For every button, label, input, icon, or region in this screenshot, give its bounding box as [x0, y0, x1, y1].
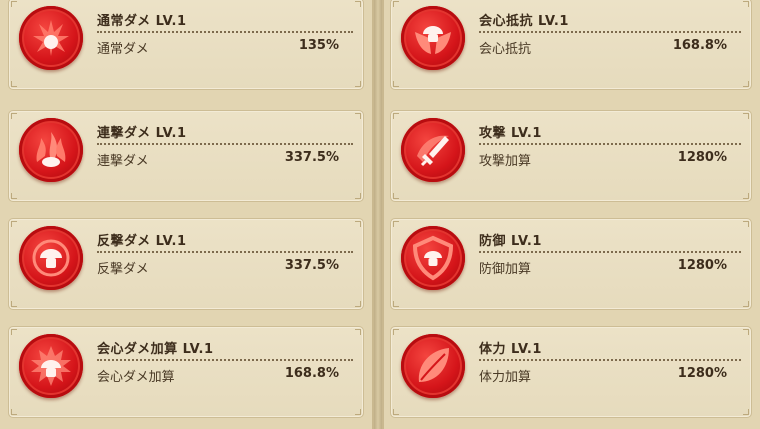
stat-value: 1280%: [677, 258, 727, 273]
stat-value: 337.5%: [284, 258, 339, 273]
divider: [97, 31, 353, 33]
stat-label: 会心抵抗: [479, 42, 532, 57]
flame-burst-icon: [19, 6, 83, 70]
mushroom-shield-icon: [19, 226, 83, 290]
stat-title: 会心ダメ加算 LV.1: [97, 342, 214, 357]
stat-label: 会心ダメ加算: [97, 370, 175, 385]
divider: [97, 251, 353, 253]
divider: [479, 31, 741, 33]
stat-label: 通常ダメ: [97, 42, 149, 57]
left-stat-column: 通常ダメ LV.1 通常ダメ 135% 連撃ダメ LV.1 連撃ダメ 337.5…: [0, 0, 374, 429]
right-stat-column: 会心抵抗 LV.1 会心抵抗 168.8% 攻撃 LV.1 攻撃加算 1280%…: [382, 0, 760, 429]
shield-mushroom-icon: [401, 226, 465, 290]
triple-flame-icon: [19, 118, 83, 182]
stat-title: 反撃ダメ LV.1: [97, 234, 187, 249]
divider: [479, 143, 741, 145]
stat-value: 1280%: [677, 150, 727, 165]
stat-title: 会心抵抗 LV.1: [479, 14, 569, 29]
stat-card-crit-resist[interactable]: 会心抵抗 LV.1 会心抵抗 168.8%: [390, 0, 752, 90]
divider: [97, 359, 353, 361]
mushroom-burst-icon: [19, 334, 83, 398]
stat-title: 通常ダメ LV.1: [97, 14, 187, 29]
stat-title: 連撃ダメ LV.1: [97, 126, 187, 141]
sword-icon: [401, 118, 465, 182]
stat-label: 連撃ダメ: [97, 154, 149, 169]
stat-card-crit-damage-bonus[interactable]: 会心ダメ加算 LV.1 会心ダメ加算 168.8%: [8, 326, 364, 418]
stat-card-hp[interactable]: 体力 LV.1 体力加算 1280%: [390, 326, 752, 418]
stat-card-attack[interactable]: 攻撃 LV.1 攻撃加算 1280%: [390, 110, 752, 202]
stat-card-defense[interactable]: 防御 LV.1 防御加算 1280%: [390, 218, 752, 310]
stat-label: 防御加算: [479, 262, 532, 277]
stat-value: 337.5%: [284, 150, 339, 165]
stat-value: 168.8%: [284, 366, 339, 381]
divider: [97, 143, 353, 145]
stat-value: 1280%: [677, 366, 727, 381]
stat-label: 体力加算: [479, 370, 532, 385]
stat-card-normal-damage[interactable]: 通常ダメ LV.1 通常ダメ 135%: [8, 0, 364, 90]
stat-value: 168.8%: [672, 38, 727, 53]
divider: [479, 251, 741, 253]
stat-title: 防御 LV.1: [479, 234, 542, 249]
stat-title: 体力 LV.1: [479, 342, 542, 357]
stat-label: 攻撃加算: [479, 154, 532, 169]
stat-card-counter-damage[interactable]: 反撃ダメ LV.1 反撃ダメ 337.5%: [8, 218, 364, 310]
mushroom-wings-icon: [401, 6, 465, 70]
divider: [479, 359, 741, 361]
stat-title: 攻撃 LV.1: [479, 126, 542, 141]
stat-value: 135%: [298, 38, 339, 53]
stat-label: 反撃ダメ: [97, 262, 149, 277]
leaf-icon: [401, 334, 465, 398]
column-divider: [374, 0, 382, 429]
stat-card-combo-damage[interactable]: 連撃ダメ LV.1 連撃ダメ 337.5%: [8, 110, 364, 202]
